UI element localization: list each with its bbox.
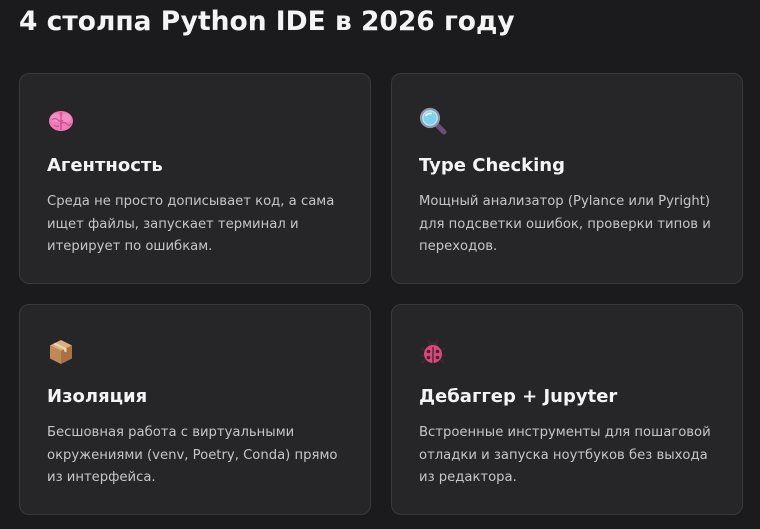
card-type-checking: Type Checking Мощный анализатор (Pylance… <box>391 73 743 284</box>
card-agency: Агентность Среда не просто дописывает ко… <box>19 73 371 284</box>
card-description: Среда не просто дописывает код, а сама и… <box>47 194 335 254</box>
card-title: Type Checking <box>419 155 565 176</box>
card-description: Бесшовная работа с виртуальными окружени… <box>47 425 338 485</box>
card-title: Агентность <box>47 155 163 176</box>
lady-beetle-icon <box>419 338 447 366</box>
brain-icon <box>47 107 75 135</box>
card-description: Мощный анализатор (Pylance или Pyright) … <box>419 194 711 254</box>
card-title: Изоляция <box>47 386 148 407</box>
page-title: 4 столпа Python IDE в 2026 году <box>19 6 515 37</box>
card-title: Дебаггер + Jupyter <box>419 386 618 407</box>
magnifying-glass-icon <box>419 107 447 135</box>
card-isolation: Изоляция Бесшовная работа с виртуальными… <box>19 304 371 515</box>
pillars-grid: Агентность Среда не просто дописывает ко… <box>19 73 743 515</box>
card-debugger-jupyter: Дебаггер + Jupyter Встроенные инструмент… <box>391 304 743 515</box>
package-box-icon <box>47 338 75 366</box>
card-description: Встроенные инструменты для пошаговой отл… <box>419 425 711 485</box>
